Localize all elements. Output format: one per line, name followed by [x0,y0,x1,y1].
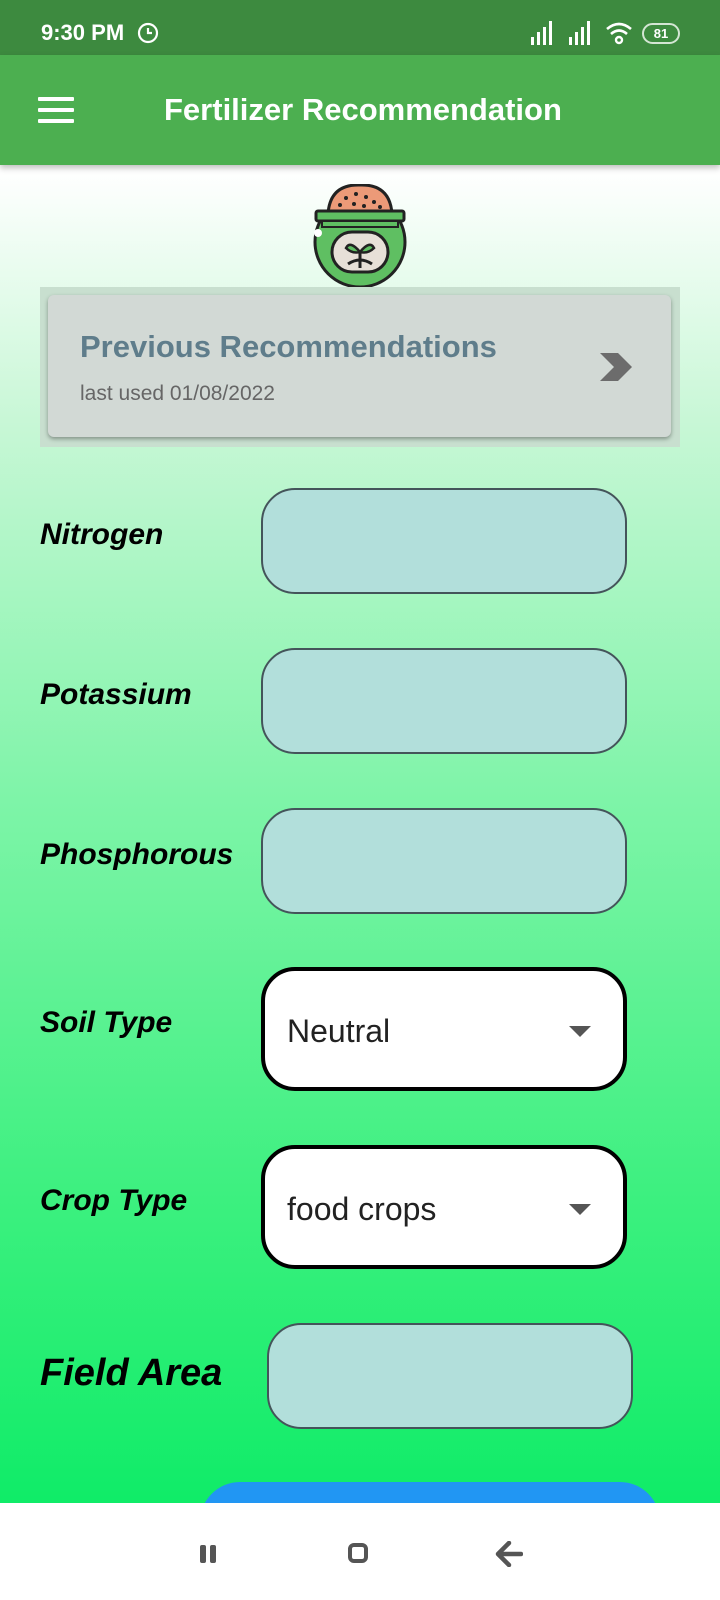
app-bar: Fertilizer Recommendation [0,55,720,165]
field-area-text-input[interactable] [269,1325,631,1427]
battery-icon: 81 [642,23,680,44]
phosphorous-text-input[interactable] [263,810,625,912]
screen: 9:30 PM 81 Fertilizer Recommendation Pre… [0,0,720,1600]
nitrogen-text-input[interactable] [263,490,625,592]
field-area-label: Field Area [40,1352,223,1394]
back-icon[interactable] [495,1541,523,1567]
previous-recommendations-card[interactable]: Previous Recommendations last used 01/08… [48,295,671,437]
field-area-input[interactable] [267,1323,633,1429]
signal-icon [569,21,590,45]
previous-recommendations-title: Previous Recommendations [80,329,497,364]
potassium-label: Potassium [40,678,192,711]
status-time: 9:30 PM [41,20,125,45]
signal-icon [531,21,552,45]
phosphorous-input[interactable] [261,808,627,914]
menu-icon[interactable] [38,97,74,123]
soil-type-value: Neutral [287,1013,391,1049]
phosphorous-label: Phosphorous [40,838,234,871]
clock-icon [137,22,159,44]
potassium-text-input[interactable] [263,650,625,752]
crop-type-dropdown[interactable]: food crops [261,1145,627,1269]
navigation-bar [0,1503,720,1600]
potassium-input[interactable] [261,648,627,754]
dropdown-arrow-icon [569,1204,591,1215]
wifi-icon [606,22,632,45]
soil-type-dropdown[interactable]: Neutral [261,967,627,1091]
home-icon[interactable] [348,1543,368,1563]
dropdown-arrow-icon [569,1026,591,1037]
chevron-right-icon [600,353,632,381]
status-bar: 9:30 PM 81 [0,0,720,55]
previous-recommendations-panel: Previous Recommendations last used 01/08… [40,287,680,447]
crop-type-label: Crop Type [40,1184,188,1217]
nitrogen-label: Nitrogen [40,518,164,551]
last-used-date: last used 01/08/2022 [80,382,275,405]
soil-type-label: Soil Type [40,1006,173,1039]
nitrogen-input[interactable] [261,488,627,594]
recents-icon[interactable] [200,1545,220,1563]
crop-type-value: food crops [287,1191,437,1227]
page-title: Fertilizer Recommendation [164,92,562,127]
fertilizer-logo-icon [313,184,407,288]
